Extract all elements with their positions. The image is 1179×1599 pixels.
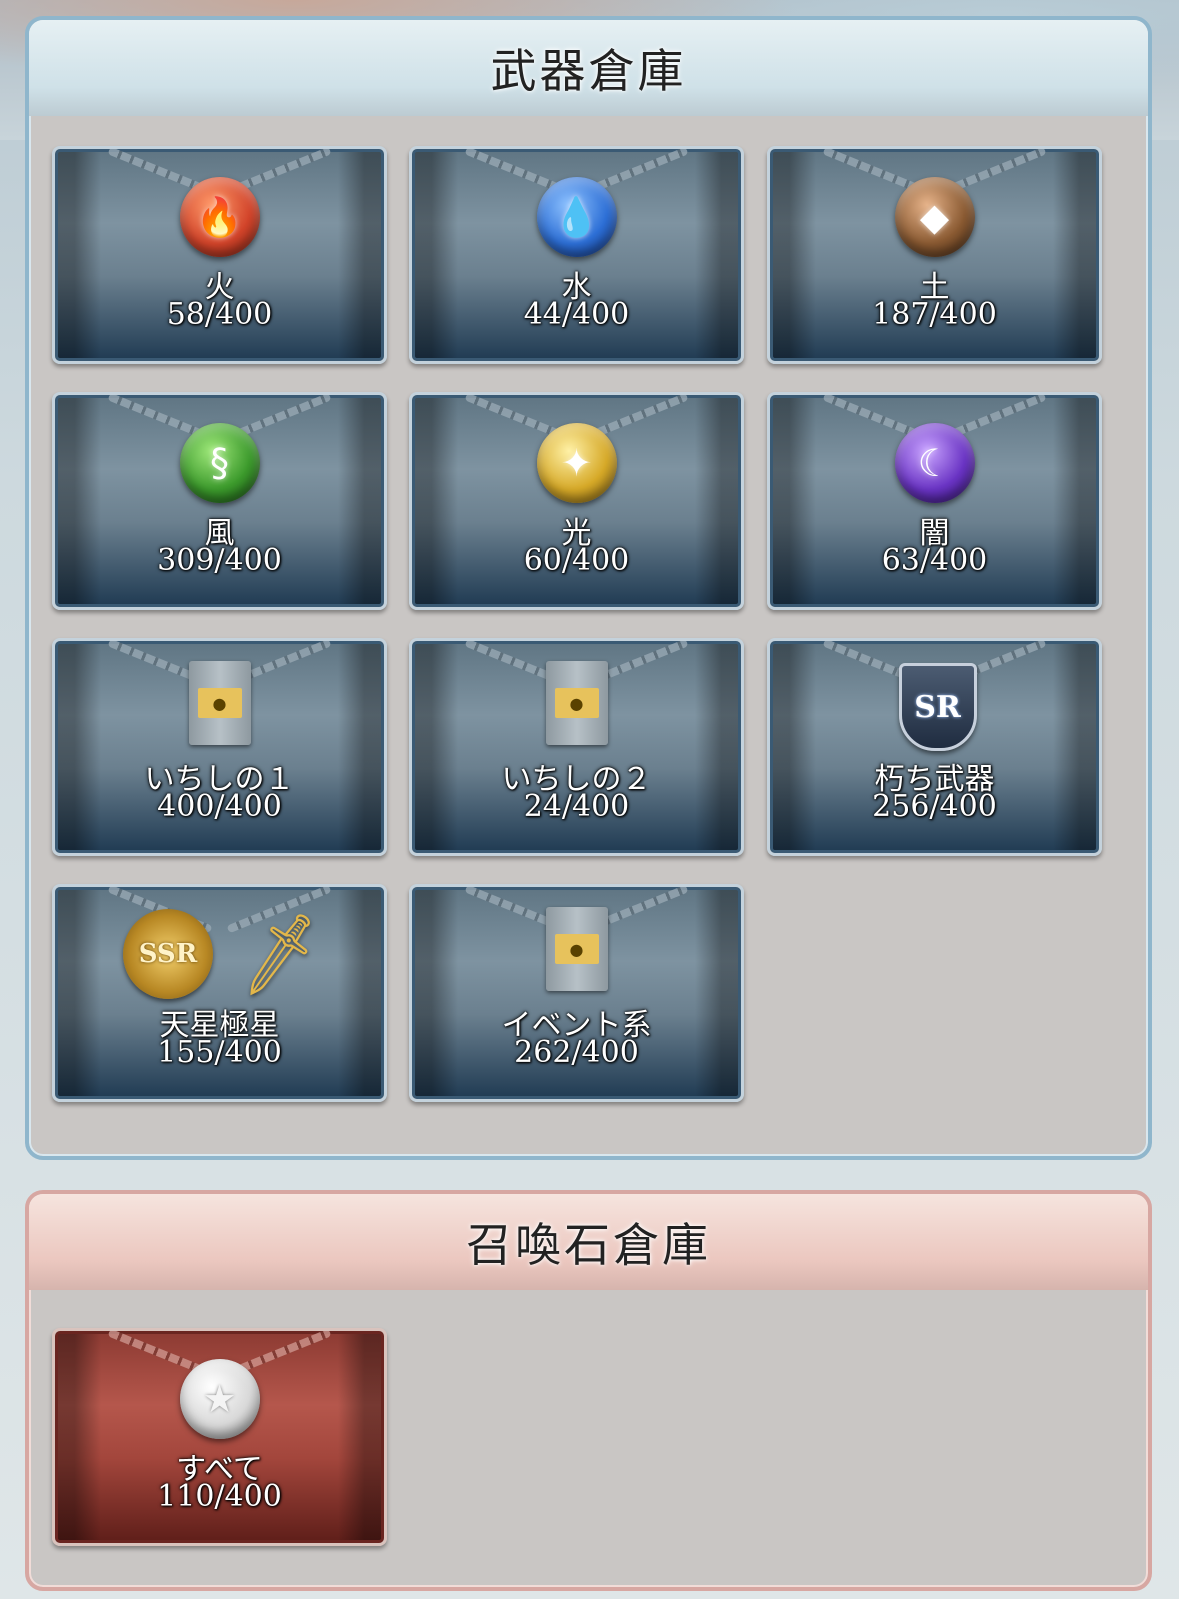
weapon-storage-panel: 武器倉庫 🔥 火 58/400 💧 水 44/400 ◆ 土 187/400 §… — [25, 16, 1152, 1160]
weapon-storage-header: 武器倉庫 — [29, 20, 1148, 116]
storage-box-wind[interactable]: § 風 309/400 — [52, 392, 387, 610]
lock-icon: ● — [554, 934, 599, 964]
lock-icon: ● — [197, 688, 242, 718]
storage-box-custom-2[interactable]: ● いちしの２ 24/400 — [409, 638, 744, 856]
box-count: 262/400 — [514, 1035, 639, 1070]
sword-icon: 🗡 — [228, 905, 331, 1003]
locked-storage-icon: ● — [545, 907, 608, 991]
storage-box-water[interactable]: 💧 水 44/400 — [409, 146, 744, 364]
box-count: 256/400 — [872, 789, 997, 824]
storage-box-custom-1[interactable]: ● いちしの１ 400/400 — [52, 638, 387, 856]
star-icon: ★ — [179, 1359, 260, 1439]
storage-box-light[interactable]: ✦ 光 60/400 — [409, 392, 744, 610]
box-count: 110/400 — [157, 1479, 282, 1514]
fire-element-icon: 🔥 — [179, 177, 260, 257]
box-count: 60/400 — [523, 543, 630, 578]
box-count: 63/400 — [881, 543, 988, 578]
storage-box-fire[interactable]: 🔥 火 58/400 — [52, 146, 387, 364]
light-element-icon: ✦ — [536, 423, 617, 503]
weapon-storage-title: 武器倉庫 — [490, 44, 687, 98]
box-count: 44/400 — [523, 297, 630, 332]
box-count: 58/400 — [166, 297, 273, 332]
storage-box-dark[interactable]: ☾ 闇 63/400 — [767, 392, 1102, 610]
summon-storage-panel: 召喚石倉庫 ★ すべて 110/400 — [25, 1190, 1152, 1591]
box-count: 187/400 — [872, 297, 997, 332]
sr-badge-icon: SR — [898, 663, 977, 751]
locked-storage-icon: ● — [545, 661, 608, 745]
summon-storage-title: 召喚石倉庫 — [466, 1218, 711, 1272]
storage-box-event[interactable]: ● イベント系 262/400 — [409, 884, 744, 1102]
box-count: 309/400 — [157, 543, 282, 578]
storage-box-decayed-weapons[interactable]: SR 朽ち武器 256/400 — [767, 638, 1102, 856]
box-count: 400/400 — [157, 789, 282, 824]
earth-element-icon: ◆ — [894, 177, 975, 257]
wind-element-icon: § — [179, 423, 260, 503]
box-count: 24/400 — [523, 789, 630, 824]
summon-storage-header: 召喚石倉庫 — [29, 1194, 1148, 1290]
locked-storage-icon: ● — [188, 661, 251, 745]
water-element-icon: 💧 — [536, 177, 617, 257]
dark-element-icon: ☾ — [894, 423, 975, 503]
storage-box-all-summons[interactable]: ★ すべて 110/400 — [52, 1328, 387, 1546]
lock-icon: ● — [554, 688, 599, 718]
ssr-badge-icon: SSR — [123, 909, 213, 999]
storage-box-earth[interactable]: ◆ 土 187/400 — [767, 146, 1102, 364]
box-count: 155/400 — [157, 1035, 282, 1070]
storage-box-tensei-kyokusei[interactable]: SSR 🗡 天星極星 155/400 — [52, 884, 387, 1102]
